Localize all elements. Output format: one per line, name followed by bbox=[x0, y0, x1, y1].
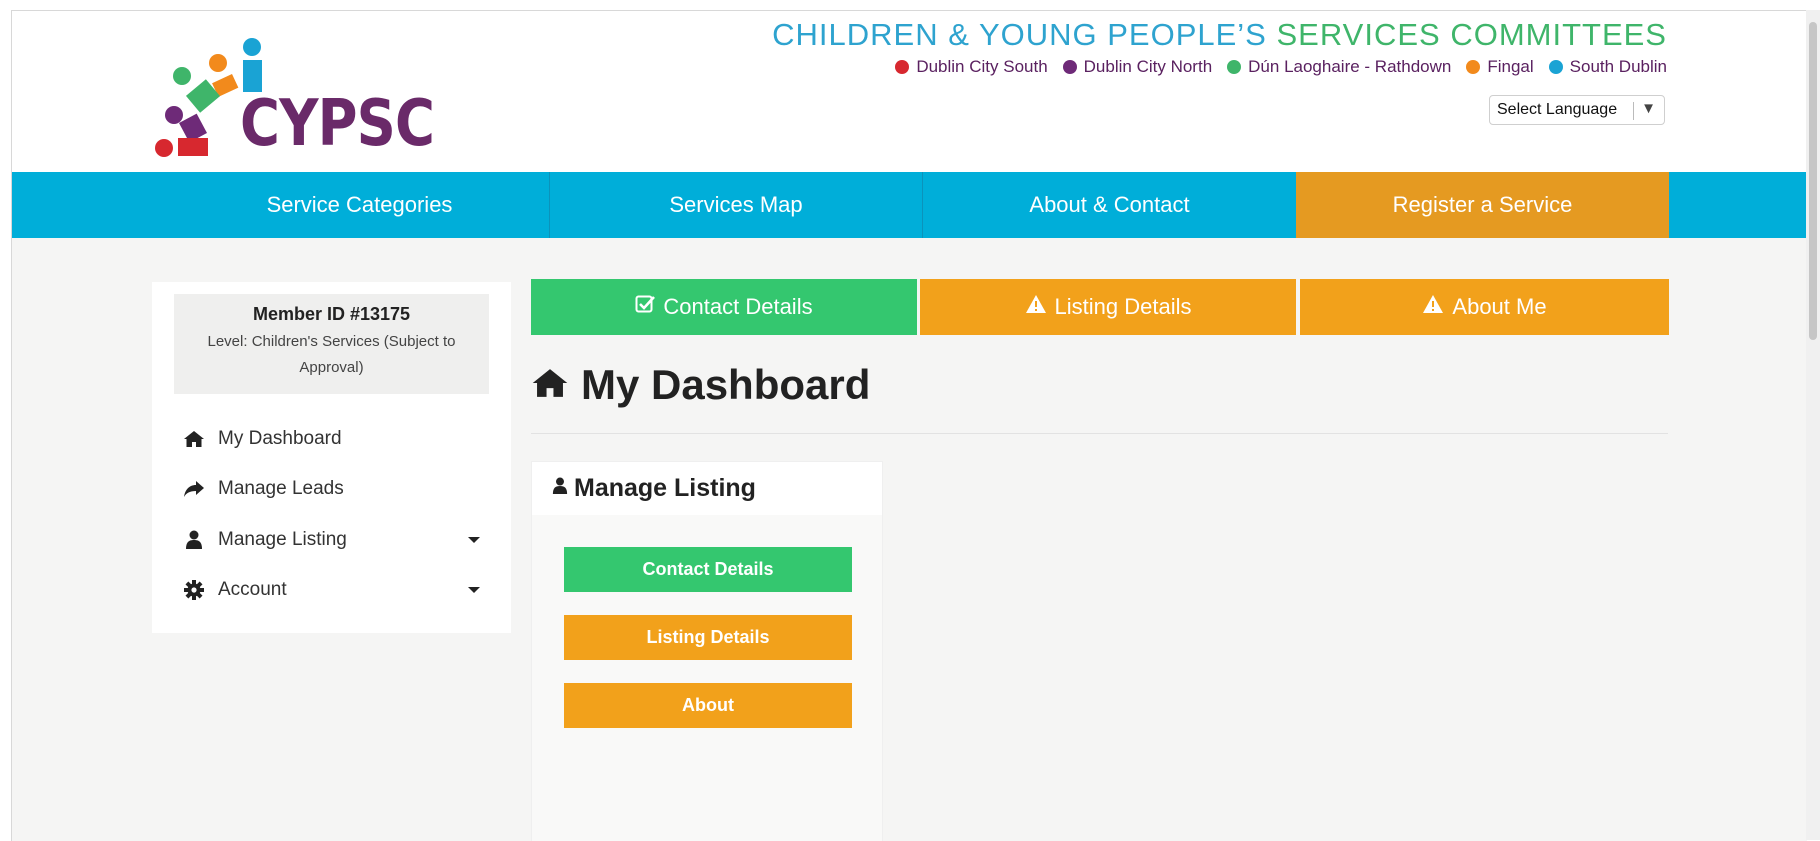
tab-label: Listing Details bbox=[1054, 294, 1192, 319]
language-select-label: Select Language bbox=[1497, 101, 1618, 118]
area-dun-laoghaire-rathdown: Dún Laoghaire - Rathdown bbox=[1227, 57, 1451, 77]
select-divider bbox=[1633, 102, 1634, 120]
green-dot-icon bbox=[1227, 60, 1242, 74]
area-fingal: Fingal bbox=[1466, 57, 1534, 77]
red-dot-icon bbox=[895, 60, 910, 74]
sidebar-item-label: Account bbox=[218, 579, 287, 600]
panel-header: Manage Listing bbox=[532, 462, 882, 515]
site-header: CYPSC CHILDREN & YOUNG PEOPLE’S SERVICES… bbox=[12, 11, 1807, 172]
contact-details-button[interactable]: Contact Details bbox=[564, 547, 852, 592]
nav-services-map[interactable]: Services Map bbox=[550, 172, 923, 238]
nav-label: Register a Service bbox=[1392, 192, 1573, 217]
nav-label: About & Contact bbox=[1029, 192, 1190, 217]
scrollbar-thumb[interactable] bbox=[1809, 22, 1817, 340]
member-id: Member ID #13175 bbox=[252, 304, 411, 324]
panel-title: Manage Listing bbox=[574, 474, 756, 502]
page-title-text: My Dashboard bbox=[581, 361, 871, 408]
tab-label: Contact Details bbox=[663, 294, 813, 319]
gear-icon bbox=[182, 578, 206, 602]
sidebar-item-my-dashboard[interactable]: My Dashboard bbox=[182, 424, 492, 454]
sidebar-item-account[interactable]: Account bbox=[182, 575, 492, 605]
blue-dot-icon bbox=[1548, 60, 1563, 74]
user-icon bbox=[552, 474, 568, 503]
purple-dot-icon bbox=[1062, 60, 1077, 74]
area-dublin-city-north: Dublin City North bbox=[1062, 57, 1213, 77]
nav-register-service[interactable]: Register a Service bbox=[1296, 172, 1669, 238]
nav-about-contact[interactable]: About & Contact bbox=[923, 172, 1296, 238]
area-south-dublin: South Dublin bbox=[1548, 57, 1667, 77]
main-nav: Service Categories Services Map About & … bbox=[12, 172, 1807, 238]
language-select[interactable]: Select Language ▼ bbox=[1489, 95, 1665, 125]
user-icon bbox=[182, 528, 206, 552]
home-icon bbox=[182, 427, 206, 451]
page-title: My Dashboard bbox=[531, 361, 870, 409]
area-dublin-city-south: Dublin City South bbox=[895, 57, 1048, 77]
cypsc-logo[interactable]: CYPSC bbox=[152, 25, 435, 175]
member-level: Level: Children's Services (Subject to A… bbox=[207, 333, 456, 376]
warning-icon bbox=[1025, 294, 1047, 320]
manage-listing-panel: Manage Listing Contact Details Listing D… bbox=[531, 461, 883, 841]
sidebar-item-manage-listing[interactable]: Manage Listing bbox=[182, 525, 492, 555]
area-label: South Dublin bbox=[1569, 57, 1667, 76]
member-info: Member ID #13175 Level: Children's Servi… bbox=[174, 294, 489, 394]
tab-about-me[interactable]: About Me bbox=[1300, 279, 1669, 335]
area-label: Dublin City South bbox=[916, 57, 1048, 76]
site-title-part1: CHILDREN & YOUNG PEOPLE’S bbox=[772, 17, 1267, 52]
tab-contact-details[interactable]: Contact Details bbox=[531, 279, 917, 335]
logo-text: CYPSC bbox=[240, 87, 435, 161]
about-button[interactable]: About bbox=[564, 683, 852, 728]
nav-service-categories[interactable]: Service Categories bbox=[12, 172, 550, 238]
nav-label: Services Map bbox=[669, 192, 803, 217]
area-label: Fingal bbox=[1487, 57, 1534, 76]
divider bbox=[531, 433, 1668, 434]
check-square-icon bbox=[635, 294, 656, 320]
caret-down-icon bbox=[468, 587, 480, 593]
tab-label: About Me bbox=[1452, 294, 1547, 319]
share-icon bbox=[182, 477, 206, 501]
sidebar-item-manage-leads[interactable]: Manage Leads bbox=[182, 474, 492, 504]
sidebar-item-label: My Dashboard bbox=[218, 428, 342, 449]
vertical-scrollbar[interactable] bbox=[1806, 10, 1820, 840]
tab-listing-details[interactable]: Listing Details bbox=[920, 279, 1296, 335]
caret-down-icon bbox=[468, 537, 480, 543]
sidebar-item-label: Manage Leads bbox=[218, 478, 344, 499]
home-icon bbox=[531, 361, 569, 409]
area-label: Dún Laoghaire - Rathdown bbox=[1248, 57, 1452, 76]
sidebar-item-label: Manage Listing bbox=[218, 529, 347, 550]
sidebar: Member ID #13175 Level: Children's Servi… bbox=[152, 282, 511, 633]
site-title: CHILDREN & YOUNG PEOPLE’S SERVICES COMMI… bbox=[772, 17, 1667, 53]
page: CYPSC CHILDREN & YOUNG PEOPLE’S SERVICES… bbox=[11, 10, 1807, 841]
area-list: Dublin City South Dublin City North Dún … bbox=[895, 57, 1667, 77]
warning-icon bbox=[1422, 294, 1444, 320]
site-title-part2: SERVICES COMMITTEES bbox=[1276, 17, 1667, 52]
dropdown-arrow-icon: ▼ bbox=[1641, 100, 1656, 117]
area-label: Dublin City North bbox=[1083, 57, 1213, 76]
orange-dot-icon bbox=[1466, 60, 1481, 74]
listing-details-button[interactable]: Listing Details bbox=[564, 615, 852, 660]
nav-label: Service Categories bbox=[266, 192, 453, 217]
